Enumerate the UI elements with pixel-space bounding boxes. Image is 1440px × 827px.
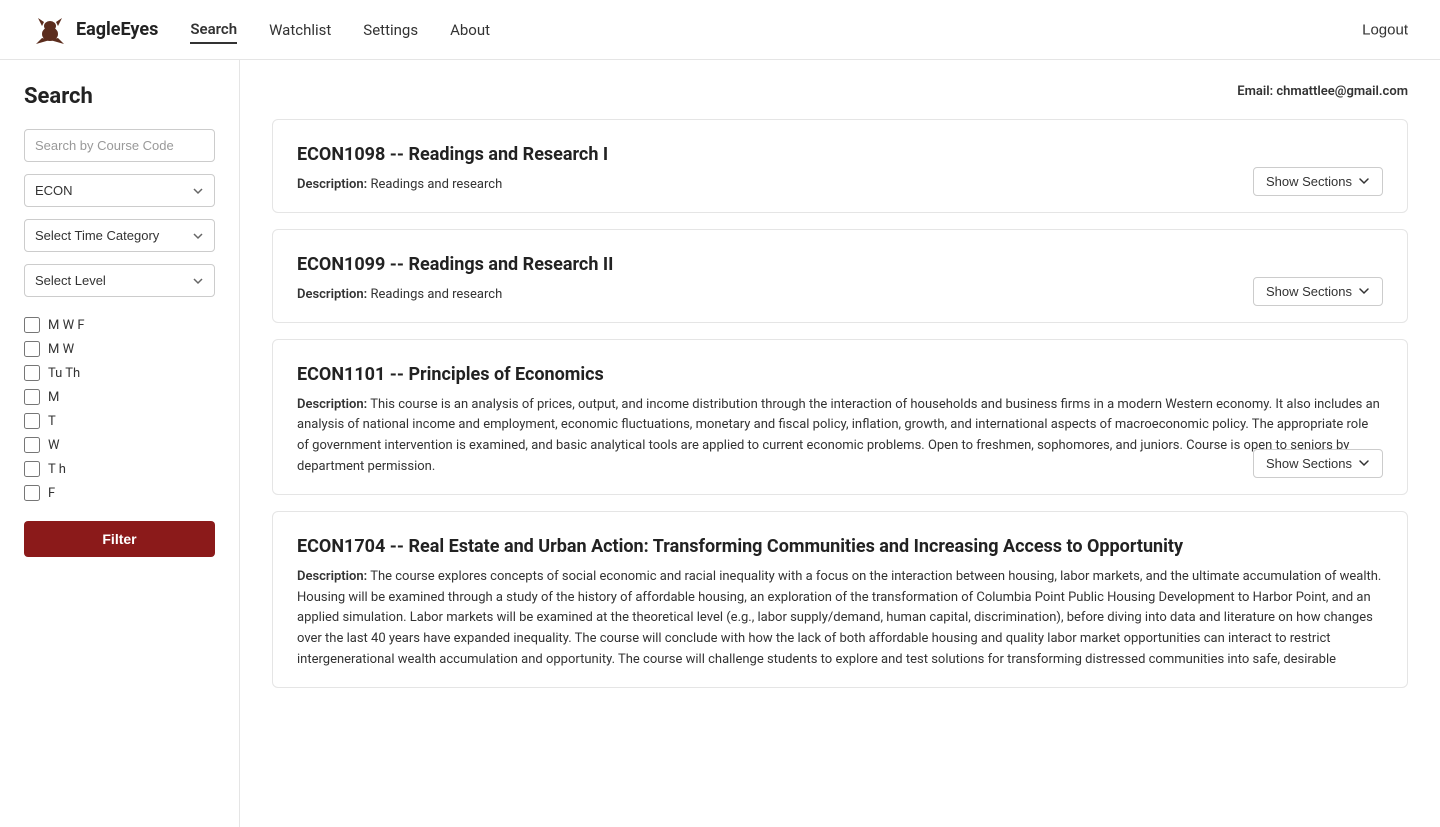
chevron-down-icon [1358, 175, 1370, 187]
checkbox-mw[interactable]: M W [24, 341, 215, 357]
course-title-1098: ECON1098 -- Readings and Research I [297, 144, 1383, 165]
course-card-1098: ECON1098 -- Readings and Research I Desc… [272, 119, 1408, 213]
email-value: chmattlee@gmail.com [1276, 84, 1408, 99]
checkbox-mwf[interactable]: M W F [24, 317, 215, 333]
course-description-1101: Description: This course is an analysis … [297, 395, 1383, 478]
show-sections-button-1098[interactable]: Show Sections [1253, 167, 1383, 196]
search-input[interactable] [24, 129, 215, 162]
description-label-1704: Description: [297, 569, 367, 584]
main-content: Email: chmattlee@gmail.com ECON1098 -- R… [240, 60, 1440, 827]
show-sections-button-1099[interactable]: Show Sections [1253, 277, 1383, 306]
email-label: Email: [1237, 84, 1273, 99]
navbar-logo[interactable]: EagleEyes [32, 12, 158, 48]
description-label-1099: Description: [297, 287, 367, 302]
course-card-1099: ECON1099 -- Readings and Research II Des… [272, 229, 1408, 323]
nav-about[interactable]: About [450, 17, 490, 43]
nav-search[interactable]: Search [190, 16, 237, 44]
course-description-1098: Description: Readings and research [297, 175, 1383, 196]
course-description-1099: Description: Readings and research [297, 285, 1383, 306]
time-category-select[interactable]: Select Time Category [24, 219, 215, 252]
description-text-1704: The course explores concepts of social e… [297, 569, 1381, 667]
checkbox-tuth-input[interactable] [24, 365, 40, 381]
course-description-1704: Description: The course explores concept… [297, 567, 1383, 671]
checkbox-f[interactable]: F [24, 485, 215, 501]
checkbox-t-input[interactable] [24, 413, 40, 429]
checkbox-th-input[interactable] [24, 461, 40, 477]
checkbox-m-input[interactable] [24, 389, 40, 405]
course-card-1704: ECON1704 -- Real Estate and Urban Action… [272, 511, 1408, 688]
checkbox-tuth[interactable]: Tu Th [24, 365, 215, 381]
nav-watchlist[interactable]: Watchlist [269, 17, 331, 43]
navbar-links: Search Watchlist Settings About [190, 16, 490, 44]
description-text-1101: This course is an analysis of prices, ou… [297, 397, 1380, 474]
navbar: EagleEyes Search Watchlist Settings Abou… [0, 0, 1440, 60]
chevron-down-icon [1358, 457, 1370, 469]
level-select[interactable]: Select Level [24, 264, 215, 297]
chevron-down-icon [1358, 285, 1370, 297]
page-layout: Search ECON CS MATH HIST BIOL Select Tim… [0, 60, 1440, 827]
sidebar: Search ECON CS MATH HIST BIOL Select Tim… [0, 60, 240, 827]
user-email: Email: chmattlee@gmail.com [272, 84, 1408, 99]
filter-button[interactable]: Filter [24, 521, 215, 557]
description-label-1101: Description: [297, 397, 367, 412]
day-checkboxes: M W F M W Tu Th M T W T h F [24, 317, 215, 501]
checkbox-f-input[interactable] [24, 485, 40, 501]
checkbox-m[interactable]: M [24, 389, 215, 405]
checkbox-w-input[interactable] [24, 437, 40, 453]
description-label-1098: Description: [297, 177, 367, 192]
course-title-1101: ECON1101 -- Principles of Economics [297, 364, 1383, 385]
eagle-icon [32, 12, 68, 48]
course-title-1704: ECON1704 -- Real Estate and Urban Action… [297, 536, 1383, 557]
logout-button[interactable]: Logout [1362, 21, 1408, 38]
checkbox-mwf-input[interactable] [24, 317, 40, 333]
checkbox-w[interactable]: W [24, 437, 215, 453]
show-sections-button-1101[interactable]: Show Sections [1253, 449, 1383, 478]
course-title-1099: ECON1099 -- Readings and Research II [297, 254, 1383, 275]
brand-name: EagleEyes [76, 19, 158, 40]
description-text-1098: Readings and research [370, 177, 502, 192]
checkbox-th[interactable]: T h [24, 461, 215, 477]
nav-settings[interactable]: Settings [363, 17, 418, 43]
checkbox-t[interactable]: T [24, 413, 215, 429]
sidebar-title: Search [24, 84, 215, 109]
department-select[interactable]: ECON CS MATH HIST BIOL [24, 174, 215, 207]
checkbox-mw-input[interactable] [24, 341, 40, 357]
course-card-1101: ECON1101 -- Principles of Economics Desc… [272, 339, 1408, 495]
description-text-1099: Readings and research [370, 287, 502, 302]
